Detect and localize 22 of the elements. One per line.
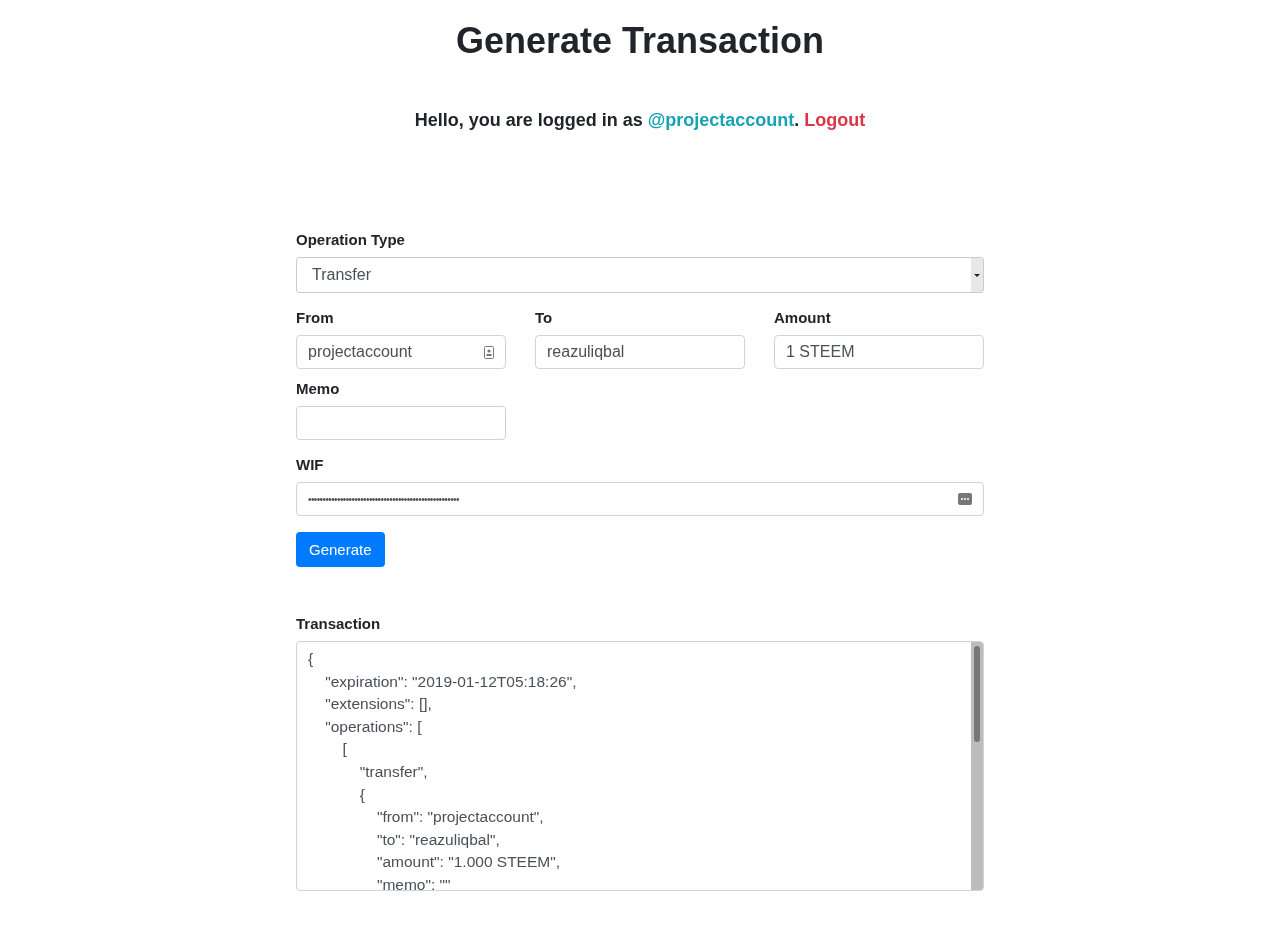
field-label: Amount: [774, 309, 832, 326]
contact-card-icon: [484, 345, 494, 359]
field-label: From: [296, 309, 335, 326]
field-label: WIF: [296, 456, 325, 473]
logout-link[interactable]: Logout: [804, 110, 866, 130]
transaction-textarea[interactable]: { "expiration": "2019-01-12T05:18:26", "extensions": [], "operations": [ [ "transfer", { "from": "projectaccount", "to": "reazuliqbal", "amount": "1.000 STEEM", "memo": "": [296, 641, 984, 891]
field-label: Memo: [296, 380, 341, 397]
operation-type-select[interactable]: Transfer: [296, 257, 984, 293]
greeting-text: Hello, you are logged in as: [414, 110, 643, 130]
password-field[interactable]: ••••••••••••••••••••••••••••••••••••••••••••••••••••: [296, 482, 984, 516]
input-field[interactable]: [296, 406, 506, 440]
page-title: Generate Transaction: [455, 20, 825, 62]
input-field[interactable]: projectaccount: [296, 335, 506, 369]
generate-button[interactable]: Generate: [296, 532, 385, 567]
input-field[interactable]: 1 STEEM: [774, 335, 984, 369]
field-label: Operation Type: [296, 231, 406, 248]
field-label: To: [535, 309, 554, 326]
caret-icon: [971, 258, 983, 292]
input-field[interactable]: reazuliqbal: [535, 335, 745, 369]
greeting-text: .: [794, 110, 800, 130]
key-icon: [958, 493, 972, 505]
field-label: Transaction: [296, 615, 382, 632]
